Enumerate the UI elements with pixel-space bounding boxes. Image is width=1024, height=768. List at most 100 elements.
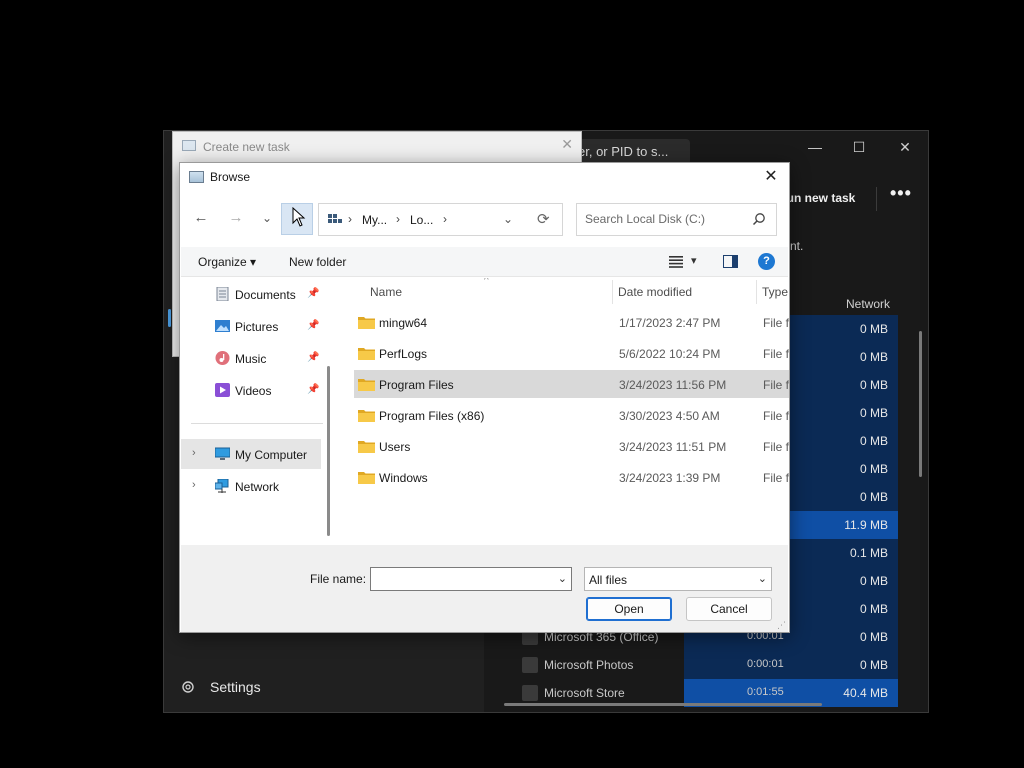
videos-icon: [215, 383, 230, 397]
back-button[interactable]: ←: [190, 207, 212, 229]
horizontal-scrollbar[interactable]: [504, 703, 822, 706]
nav-item-label: My Computer: [235, 448, 308, 462]
chevron-down-icon[interactable]: ⌄: [558, 572, 567, 585]
nav-item-network[interactable]: › Network: [181, 471, 321, 501]
nav-item-music[interactable]: Music 📌: [181, 343, 321, 373]
file-type: File fo: [763, 471, 790, 485]
maximize-button[interactable]: ☐: [844, 137, 874, 157]
minimize-button[interactable]: —: [800, 137, 830, 157]
column-divider[interactable]: [612, 280, 613, 304]
vertical-scrollbar[interactable]: [919, 331, 922, 477]
pin-icon: 📌: [307, 384, 320, 395]
column-header-date-modified[interactable]: Date modified: [618, 285, 692, 299]
file-date: 5/6/2022 10:24 PM: [619, 347, 721, 361]
process-name: Microsoft Photos: [544, 658, 634, 672]
process-time: 0:01:55: [747, 686, 784, 698]
file-list: ^ Name Date modified Type mingw64 1/17/20…: [332, 278, 790, 544]
breadcrumb-my-computer[interactable]: My...: [362, 213, 387, 227]
expand-chevron-icon[interactable]: ›: [192, 447, 196, 459]
network-value: 0 MB: [859, 574, 888, 588]
new-folder-button[interactable]: New folder: [289, 255, 346, 269]
cancel-button[interactable]: Cancel: [686, 597, 772, 621]
folder-icon: [358, 441, 375, 453]
network-value: 0 MB: [859, 462, 888, 476]
network-value: 0 MB: [859, 350, 888, 364]
more-options-button[interactable]: •••: [890, 183, 912, 204]
resize-grip-icon[interactable]: ⋰: [777, 620, 786, 631]
navigation-pane: Documents 📌 Pictures 📌 Music 📌 Videos 📌 …: [181, 278, 331, 544]
forward-button[interactable]: →: [225, 207, 247, 229]
file-row[interactable]: mingw64 1/17/2023 2:47 PM File fo: [354, 308, 789, 336]
file-row[interactable]: Program Files 3/24/2023 11:56 PM File fo: [354, 370, 790, 398]
browse-close-button[interactable]: ✕: [759, 165, 783, 189]
folder-icon: [358, 317, 375, 329]
network-value: 40.4 MB: [843, 686, 888, 700]
network-value: 0 MB: [859, 602, 888, 616]
close-button[interactable]: ✕: [890, 137, 920, 157]
chevron-down-icon: ⌄: [757, 573, 767, 585]
help-icon[interactable]: ?: [758, 253, 775, 270]
browse-titlebar: Browse ✕: [180, 163, 789, 191]
file-name: Program Files (x86): [379, 409, 485, 423]
breadcrumb-separator: ›: [443, 212, 447, 226]
nav-pane-scrollbar[interactable]: [327, 366, 330, 536]
process-row[interactable]: Microsoft Photos 0:00:01 0 MB: [504, 651, 898, 679]
file-name: Users: [379, 440, 411, 454]
network-value: 0.1 MB: [849, 546, 888, 560]
breadcrumb-local-disk[interactable]: Lo...: [410, 213, 433, 227]
file-name-combobox[interactable]: ⌄: [370, 567, 572, 591]
address-dropdown-icon[interactable]: ⌄: [503, 212, 513, 226]
command-bar: Organize ▾ New folder ▾ ?: [181, 247, 788, 277]
file-row[interactable]: Users 3/24/2023 11:51 PM File fo: [354, 432, 789, 460]
process-name: Microsoft Store: [544, 686, 625, 700]
pin-icon: 📌: [307, 352, 320, 363]
pin-icon: 📌: [307, 288, 320, 299]
pictures-icon: [215, 320, 230, 332]
file-row[interactable]: PerfLogs 5/6/2022 10:24 PM File fo: [354, 339, 789, 367]
process-time: 0:00:01: [747, 658, 784, 670]
app-icon: [522, 657, 538, 673]
network-value: 0 MB: [859, 378, 888, 392]
music-icon: [215, 351, 230, 365]
nav-item-my-computer[interactable]: › My Computer: [181, 439, 321, 469]
nav-item-pictures[interactable]: Pictures 📌: [181, 311, 321, 341]
column-header-name[interactable]: Name: [370, 285, 402, 299]
list-header: ^ Name Date modified Type: [332, 278, 789, 306]
network-value: 0 MB: [859, 434, 888, 448]
recent-locations-button[interactable]: ⌄: [256, 207, 278, 229]
file-date: 3/30/2023 4:50 AM: [619, 409, 720, 423]
refresh-icon[interactable]: ⟳: [537, 210, 550, 228]
organize-menu-button[interactable]: Organize ▾: [198, 255, 256, 269]
nav-item-documents[interactable]: Documents 📌: [181, 279, 321, 309]
folder-icon: [358, 410, 375, 422]
change-view-button[interactable]: ▾: [669, 253, 701, 271]
nav-item-label: Network: [235, 480, 280, 494]
address-bar[interactable]: › My... › Lo... › ⌄ ⟳: [318, 203, 563, 236]
nav-item-videos[interactable]: Videos 📌: [181, 375, 321, 405]
file-row[interactable]: Windows 3/24/2023 1:39 PM File fo: [354, 463, 790, 491]
file-type: File fo: [763, 378, 790, 392]
column-divider[interactable]: [756, 280, 757, 304]
network-value: 0 MB: [859, 658, 888, 672]
folder-icon: [358, 379, 375, 391]
create-task-close-button[interactable]: ✕: [561, 136, 573, 153]
expand-chevron-icon[interactable]: ›: [192, 479, 196, 491]
search-box[interactable]: [576, 203, 777, 236]
nav-item-label: Pictures: [235, 320, 279, 334]
preview-pane-icon[interactable]: [723, 255, 738, 268]
network-icon: [215, 479, 229, 493]
network-column-header[interactable]: Network: [846, 297, 890, 311]
settings-nav-item[interactable]: Settings: [180, 679, 261, 695]
breadcrumb-separator: ›: [396, 212, 400, 226]
file-name-input[interactable]: [375, 572, 545, 586]
create-task-title: Create new task: [203, 140, 290, 154]
column-header-type[interactable]: Type: [762, 285, 788, 299]
open-button[interactable]: Open: [586, 597, 672, 621]
file-type-select[interactable]: All files ⌄: [584, 567, 772, 591]
file-name-label: File name:: [310, 572, 367, 586]
search-input[interactable]: [585, 212, 745, 226]
nav-item-label: Music: [235, 352, 267, 366]
browse-window-icon: [189, 171, 204, 183]
file-row[interactable]: Program Files (x86) 3/30/2023 4:50 AM File…: [354, 401, 789, 429]
nav-item-label: Documents: [235, 288, 296, 302]
